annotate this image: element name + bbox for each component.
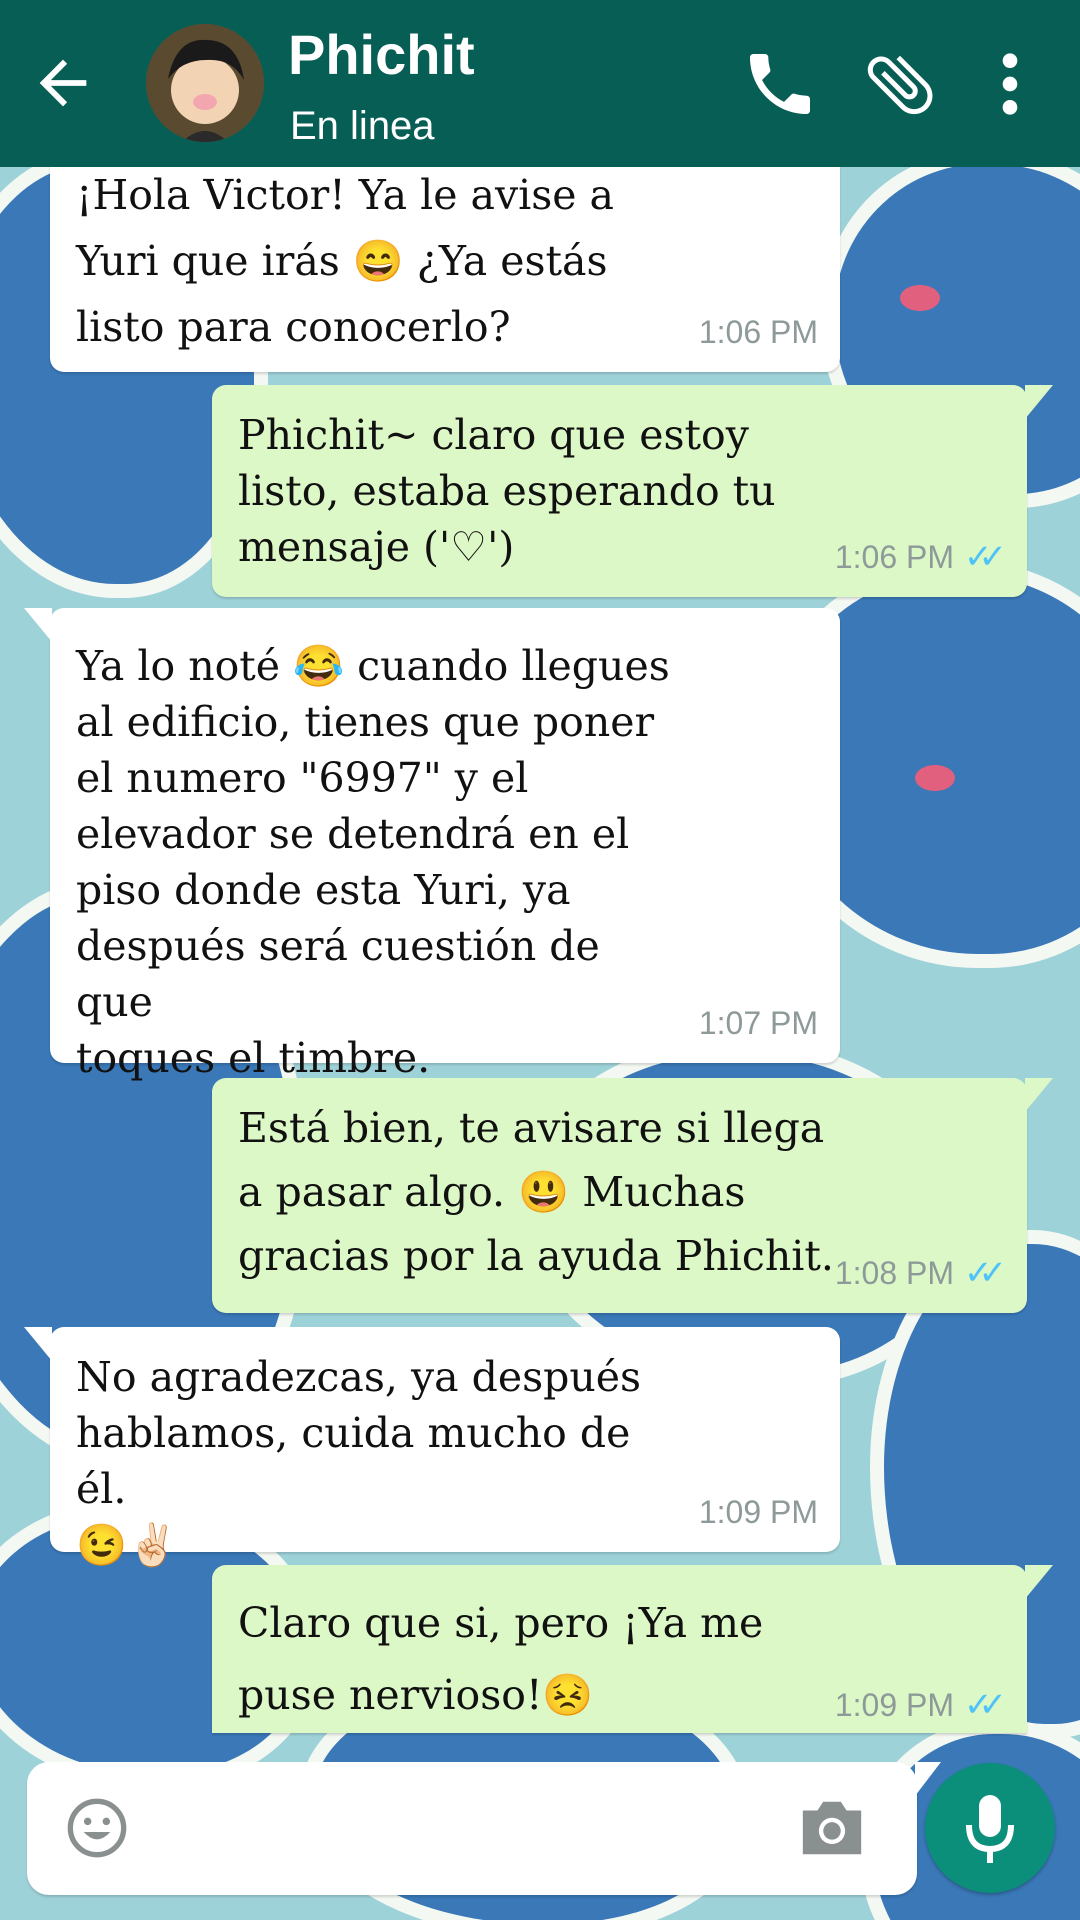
smiley-icon bbox=[67, 1798, 127, 1858]
message-outgoing[interactable]: Está bien, te avisare si llega a pasar a… bbox=[212, 1078, 1053, 1313]
message-incoming[interactable]: No agradezcas, ya después hablamos, cuid… bbox=[24, 1327, 840, 1569]
avatar-image bbox=[146, 24, 264, 142]
message-time: 1:09 PM bbox=[698, 1494, 818, 1530]
phone-icon bbox=[750, 54, 810, 114]
double-check-icon: ✓✓ bbox=[964, 1254, 1007, 1292]
chat-header: Phichit En linea bbox=[0, 0, 1080, 167]
message-meta: 1:07 PM bbox=[699, 995, 818, 1051]
message-time: 1:06 PM bbox=[698, 314, 818, 350]
contact-name[interactable]: Phichit bbox=[288, 22, 475, 87]
message-time: 1:09 PM bbox=[834, 1687, 955, 1723]
message-outgoing[interactable]: Claro que si, pero ¡Ya me puse nervioso!… bbox=[212, 1565, 1053, 1733]
message-incoming[interactable]: ¡Hola Victor! Ya le avise a Yuri que irá… bbox=[50, 150, 840, 372]
double-check-icon: ✓✓ bbox=[964, 538, 1007, 576]
message-time: 1:07 PM bbox=[698, 1005, 818, 1041]
message-text: ¡Hola Victor! Ya le avise a Yuri que irá… bbox=[76, 171, 615, 351]
double-check-icon: ✓✓ bbox=[964, 1686, 1007, 1724]
contact-avatar[interactable] bbox=[146, 24, 264, 142]
camera-button[interactable] bbox=[797, 1798, 867, 1858]
message-meta: 1:06 PM ✓✓ bbox=[834, 529, 1007, 585]
message-input[interactable] bbox=[157, 1792, 781, 1864]
message-text: Está bien, te avisare si llega a pasar a… bbox=[238, 1104, 834, 1280]
message-text: Claro que si, pero ¡Ya me puse nervioso!… bbox=[238, 1599, 764, 1719]
message-incoming[interactable]: Ya lo noté 😂 cuando llegues al edificio,… bbox=[24, 608, 840, 1082]
call-button[interactable] bbox=[740, 44, 820, 124]
message-text: Ya lo noté 😂 cuando llegues al edificio,… bbox=[76, 642, 670, 1082]
arrow-left-icon bbox=[39, 59, 87, 107]
message-text: No agradezcas, ya después hablamos, cuid… bbox=[76, 1353, 642, 1569]
overflow-menu-button[interactable] bbox=[980, 44, 1040, 124]
message-meta: 1:09 PM ✓✓ bbox=[834, 1677, 1007, 1733]
message-meta: 1:09 PM bbox=[699, 1484, 818, 1540]
camera-icon bbox=[802, 1801, 862, 1855]
more-vert-icon bbox=[1002, 53, 1018, 115]
message-composer bbox=[27, 1762, 941, 1895]
microphone-button[interactable] bbox=[925, 1763, 1055, 1893]
attach-button[interactable] bbox=[860, 44, 940, 124]
message-outgoing[interactable]: Phichit~ claro que estoy listo, estaba e… bbox=[212, 385, 1053, 597]
message-meta: 1:06 PM bbox=[699, 304, 818, 360]
paperclip-icon bbox=[867, 55, 933, 115]
message-time: 1:06 PM bbox=[834, 539, 955, 575]
back-button[interactable] bbox=[28, 48, 98, 118]
emoji-button[interactable] bbox=[65, 1796, 129, 1860]
message-text: Phichit~ claro que estoy listo, estaba e… bbox=[238, 411, 776, 571]
microphone-icon bbox=[966, 1795, 1014, 1863]
message-meta: 1:08 PM ✓✓ bbox=[834, 1245, 1007, 1301]
contact-status: En linea bbox=[290, 104, 435, 148]
message-time: 1:08 PM bbox=[834, 1255, 955, 1291]
